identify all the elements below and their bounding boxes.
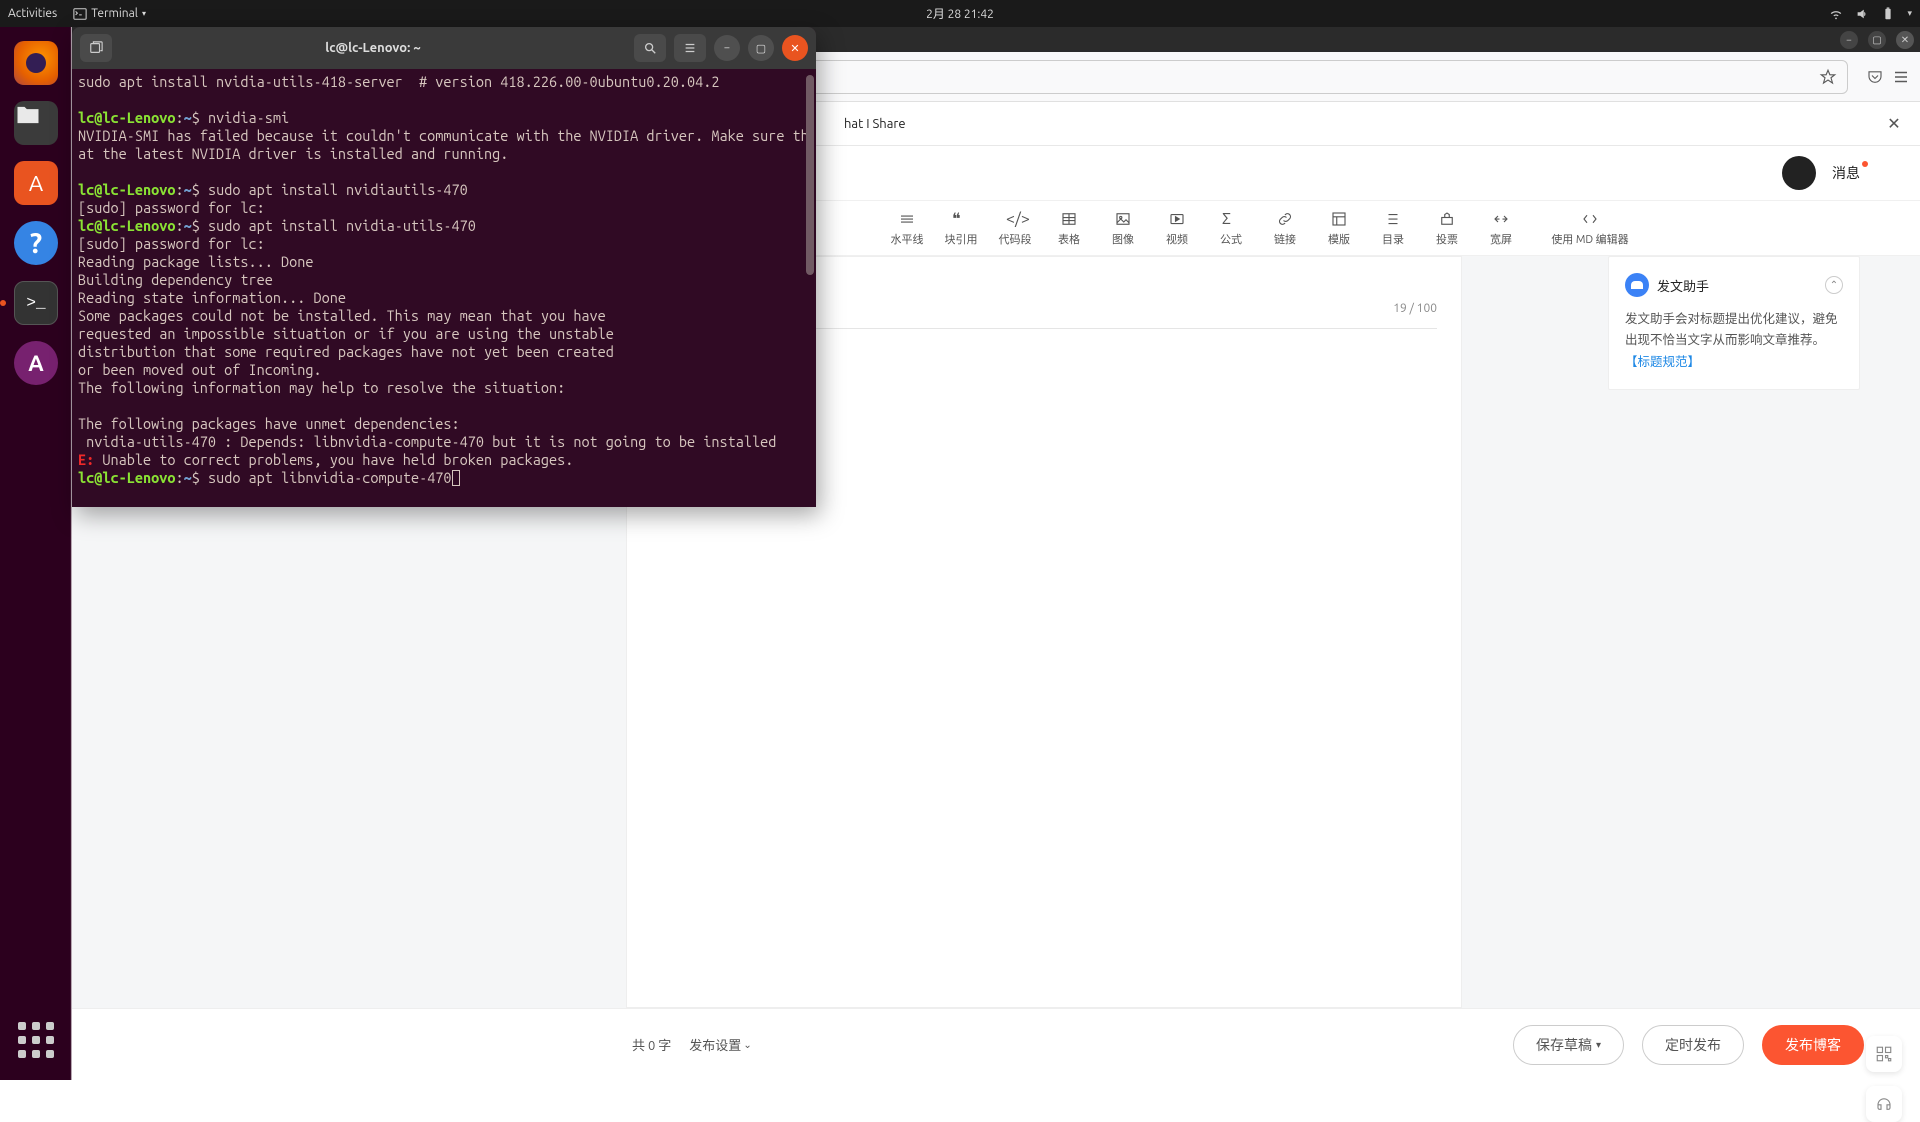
tool-video[interactable]: 视频 (1152, 210, 1202, 247)
scrollbar-thumb[interactable] (806, 75, 814, 275)
pocket-icon[interactable] (1866, 68, 1884, 86)
quote-icon: ❝ (952, 210, 970, 228)
tool-hr[interactable]: 水平线 (882, 210, 932, 247)
title-char-count: 19 / 100 (1393, 302, 1437, 315)
tool-template[interactable]: 模版 (1314, 210, 1364, 247)
terminal-window: lc@lc-Lenovo: ~ − ▢ ✕ sudo apt install n… (72, 27, 816, 507)
headset-button[interactable] (1866, 1086, 1902, 1122)
messages-link[interactable]: 消息 (1832, 163, 1860, 183)
minimize-button[interactable]: − (714, 35, 740, 61)
dock-software[interactable]: A (12, 159, 60, 207)
hamburger-icon[interactable] (1892, 68, 1910, 86)
terminal-icon: >_ (14, 281, 58, 325)
tool-label: 公式 (1220, 231, 1242, 247)
tool-quote[interactable]: ❝ 块引用 (936, 210, 986, 247)
assistant-panel: 发文助手 ⌃ 发文助手会对标题提出优化建议，避免出现不恰当文字从而影响文章推荐。… (1608, 256, 1860, 390)
new-tab-button[interactable] (80, 34, 112, 62)
tool-label: 视频 (1166, 231, 1188, 247)
tool-code[interactable]: </> 代码段 (990, 210, 1040, 247)
close-button[interactable]: ✕ (1896, 31, 1914, 49)
tool-label: 投票 (1436, 231, 1458, 247)
share-tab-fragment[interactable]: hat I Share (844, 117, 906, 131)
tool-label: 宽屏 (1490, 231, 1512, 247)
tool-label: 代码段 (999, 231, 1032, 247)
files-icon (14, 101, 58, 145)
publish-settings-label: 发布设置 (689, 1035, 741, 1054)
tool-label: 模版 (1328, 231, 1350, 247)
qr-button[interactable] (1866, 1036, 1902, 1072)
dock-terminal[interactable]: >_ (12, 279, 60, 327)
tool-label: 目录 (1382, 231, 1404, 247)
ubuntu-dock: A ? >_ A (0, 27, 72, 1080)
tool-link[interactable]: 链接 (1260, 210, 1310, 247)
app-menu-label: Terminal (91, 7, 138, 20)
tool-table[interactable]: 表格 (1044, 210, 1094, 247)
chevron-down-icon: ⌄ (743, 1039, 751, 1051)
ubuntu-software-icon: A (14, 341, 58, 385)
battery-icon[interactable] (1881, 7, 1895, 21)
app-menu-terminal[interactable]: Terminal ▾ (73, 7, 146, 21)
tool-toc[interactable]: 目录 (1368, 210, 1418, 247)
save-draft-button[interactable]: 保存草稿 ▾ (1513, 1025, 1624, 1065)
tool-label: 表格 (1058, 231, 1080, 247)
terminal-output[interactable]: sudo apt install nvidia-utils-418-server… (72, 69, 816, 507)
tool-label: 使用 MD 编辑器 (1551, 231, 1628, 247)
word-count: 共 0 字 (632, 1035, 671, 1054)
firefox-icon (14, 41, 58, 85)
cursor (452, 470, 460, 486)
sigma-icon: Σ (1222, 210, 1240, 228)
tool-label: 水平线 (891, 231, 924, 247)
dock-show-applications[interactable] (12, 1016, 60, 1064)
assistant-text: 发文助手会对标题提出优化建议，避免出现不恰当文字从而影响文章推荐。 (1625, 312, 1838, 347)
tool-md-editor[interactable]: 使用 MD 编辑器 (1530, 210, 1650, 247)
tool-wide[interactable]: 宽屏 (1476, 210, 1526, 247)
dock-help[interactable]: ? (12, 219, 60, 267)
help-icon: ? (14, 221, 58, 265)
close-button[interactable]: ✕ (782, 35, 808, 61)
publish-settings[interactable]: 发布设置⌄ (689, 1035, 751, 1054)
close-tab-icon[interactable]: ✕ (1882, 112, 1906, 136)
terminal-titlebar: lc@lc-Lenovo: ~ − ▢ ✕ (72, 27, 816, 69)
gnome-topbar: Activities Terminal ▾ 2月 28 21:42 ▾ (0, 0, 1920, 27)
star-icon[interactable] (1819, 68, 1837, 86)
volume-icon[interactable] (1855, 7, 1869, 21)
tool-label: 链接 (1274, 231, 1296, 247)
tool-vote[interactable]: 投票 (1422, 210, 1472, 247)
editor-footer: 共 0 字 发布设置⌄ 保存草稿 ▾ 定时发布 发布博客 (72, 1008, 1920, 1080)
button-label: 保存草稿 (1536, 1035, 1592, 1055)
activities-button[interactable]: Activities (8, 7, 57, 20)
maximize-button[interactable]: ▢ (1868, 31, 1886, 49)
search-button[interactable] (634, 34, 666, 62)
software-icon: A (14, 161, 58, 205)
collapse-icon[interactable]: ⌃ (1825, 276, 1843, 294)
assistant-link[interactable]: 【标题规范】 (1625, 355, 1700, 369)
chevron-down-icon: ▾ (1596, 1039, 1601, 1051)
code-icon: </> (1006, 210, 1024, 228)
dock-firefox[interactable] (12, 39, 60, 87)
minimize-button[interactable]: − (1840, 31, 1858, 49)
schedule-button[interactable]: 定时发布 (1642, 1025, 1744, 1065)
chevron-down-icon[interactable]: ▾ (1907, 8, 1912, 19)
dock-files[interactable] (12, 99, 60, 147)
tool-label: 图像 (1112, 231, 1134, 247)
terminal-icon (73, 7, 87, 21)
menu-button[interactable] (674, 34, 706, 62)
assistant-body: 发文助手会对标题提出优化建议，避免出现不恰当文字从而影响文章推荐。【标题规范】 (1625, 309, 1843, 373)
notification-dot-icon (1862, 161, 1868, 167)
avatar[interactable] (1782, 156, 1816, 190)
tool-image[interactable]: 图像 (1098, 210, 1148, 247)
chevron-down-icon: ▾ (142, 9, 146, 18)
publish-button[interactable]: 发布博客 (1762, 1025, 1864, 1065)
assistant-title: 发文助手 (1657, 276, 1709, 295)
dock-ubuntu-software[interactable]: A (12, 339, 60, 387)
tool-label: 块引用 (945, 231, 978, 247)
terminal-title: lc@lc-Lenovo: ~ (120, 41, 626, 55)
wifi-icon[interactable] (1829, 7, 1843, 21)
clock[interactable]: 2月 28 21:42 (926, 5, 994, 22)
messages-label: 消息 (1832, 165, 1860, 181)
assistant-icon (1625, 273, 1649, 297)
tool-formula[interactable]: Σ 公式 (1206, 210, 1256, 247)
maximize-button[interactable]: ▢ (748, 35, 774, 61)
